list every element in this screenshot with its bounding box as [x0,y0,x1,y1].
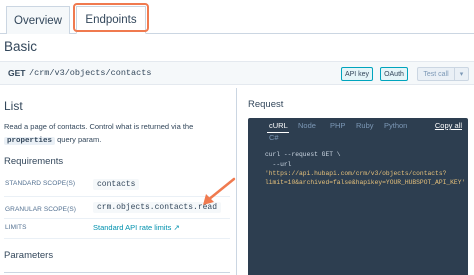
divider [4,196,230,197]
code-string: limit=10&archived=false&hapikey=YOUR_HUB… [265,179,466,186]
lang-tab-curl[interactable]: cURL [269,121,288,130]
copy-all-button[interactable]: Copy all [435,121,462,130]
standard-scope-value: contacts [93,179,140,190]
code-block: cURL Node PHP Ruby Python C# Copy all cu… [248,118,468,275]
limits-label: LIMITS [5,224,27,231]
oauth-button[interactable]: OAuth [380,67,408,81]
rate-limits-link[interactable]: Standard API rate limits ↗ [93,223,180,232]
lang-tab-csharp[interactable]: C# [269,133,279,142]
request-heading: Request [248,99,284,110]
description-code: properties [4,137,56,145]
highlight-box [73,3,149,32]
divider [4,272,230,273]
lang-tab-node[interactable]: Node [298,121,316,130]
http-method: GET [8,68,26,78]
api-key-button[interactable]: API key [341,67,373,81]
endpoint-description: Read a page of contacts. Control what is… [4,120,230,148]
endpoint-bar: GET /crm/v3/objects/contacts API key OAu… [0,61,474,85]
divider [4,238,230,239]
tab-overview[interactable]: Overview [6,6,70,34]
lang-tab-ruby[interactable]: Ruby [356,121,374,130]
section-title: Basic [4,39,38,54]
test-call-button[interactable]: Test call [417,67,455,81]
divider [4,218,230,219]
lang-tab-python[interactable]: Python [384,121,407,130]
arrow-icon [203,177,236,205]
code-line: 'https://api.hubapi.com/crm/v3/objects/c… [265,170,446,177]
chevron-down-icon[interactable]: ▾ [455,67,469,81]
code-line: curl --request GET \ [265,151,341,158]
description-text-end: query param. [57,135,102,144]
granular-scope-label: GRANULAR SCOPE(S) [5,206,77,213]
tab-bar: Overview Endpoints [0,0,474,34]
description-text: Read a page of contacts. Control what is… [4,122,194,131]
code-string: 'https://api.hubapi.com/crm/v3/objects/c… [265,170,447,177]
lang-tab-php[interactable]: PHP [330,121,345,130]
endpoint-heading: List [4,99,23,113]
request-panel: Request cURL Node PHP Ruby Python C# Cop… [237,88,474,275]
endpoint-path: /crm/v3/objects/contacts [29,68,152,78]
parameters-heading: Parameters [4,250,54,261]
active-tab-indicator [267,132,289,133]
standard-scope-label: STANDARD SCOPE(S) [5,180,76,187]
code-line: limit=10&archived=false&hapikey=YOUR_HUB… [265,179,465,186]
requirements-heading: Requirements [4,156,64,167]
code-line: --url [265,161,292,168]
